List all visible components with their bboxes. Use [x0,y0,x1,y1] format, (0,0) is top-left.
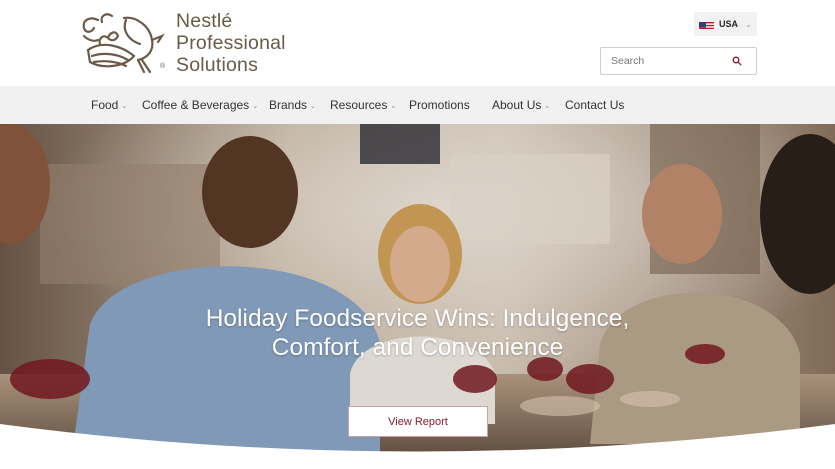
chevron-down-icon: ⌄ [310,102,316,110]
chevron-down-icon: ⌄ [390,102,397,110]
nav-item-food[interactable]: Food ⌄ [91,86,127,124]
nav-item-about-us[interactable]: About Us ⌄ [492,86,550,124]
nav-item-label: Brands [269,98,308,112]
svg-text:®: ® [160,62,166,70]
nav-item-brands[interactable]: Brands ⌄ [269,86,316,124]
logo-line-3: Solutions [176,54,259,76]
logo-wordmark: Nestlé Professional Solutions [176,10,286,76]
search-icon[interactable] [729,53,745,69]
nav-item-label: Promotions [409,98,470,112]
chevron-down-icon: ⌄ [544,102,551,110]
nav-item-label: Resources [330,98,388,112]
nav-item-contact-us[interactable]: Contact Us [565,86,624,124]
logo-line-2: Professional [176,32,286,54]
nav-item-label: Coffee & Beverages [142,98,250,112]
country-selector[interactable]: USA ⌄ [694,12,757,36]
site-header: ® Nestlé Professional Solutions USA ⌄ [0,0,835,86]
chevron-down-icon: ⌄ [745,19,752,29]
hero-bottom-curve [0,424,835,469]
hero-banner: Holiday Foodservice Wins: Indulgence, Co… [0,124,835,469]
main-nav: Food ⌄ Coffee & Beverages ⌄ Brands ⌄ Resour… [0,86,835,124]
nav-item-label: Food [91,98,119,112]
nav-item-promotions[interactable]: Promotions [409,86,470,124]
chevron-down-icon: ⌄ [121,102,128,110]
country-label: USA [719,19,739,29]
nav-item-resources[interactable]: Resources ⌄ [330,86,396,124]
chevron-down-icon: ⌄ [252,102,259,110]
logo-line-1: Nestlé [176,10,233,32]
search-box[interactable] [600,47,757,75]
us-flag-icon [699,19,714,29]
bird-nest-logo-icon: ® [82,13,166,74]
nav-item-label: About Us [492,98,542,112]
nestle-professional-logo[interactable]: ® Nestlé Professional Solutions [78,8,298,78]
nav-item-coffee-beverages[interactable]: Coffee & Beverages ⌄ [142,86,258,124]
nav-item-label: Contact Us [565,98,625,112]
search-input[interactable] [601,55,729,67]
